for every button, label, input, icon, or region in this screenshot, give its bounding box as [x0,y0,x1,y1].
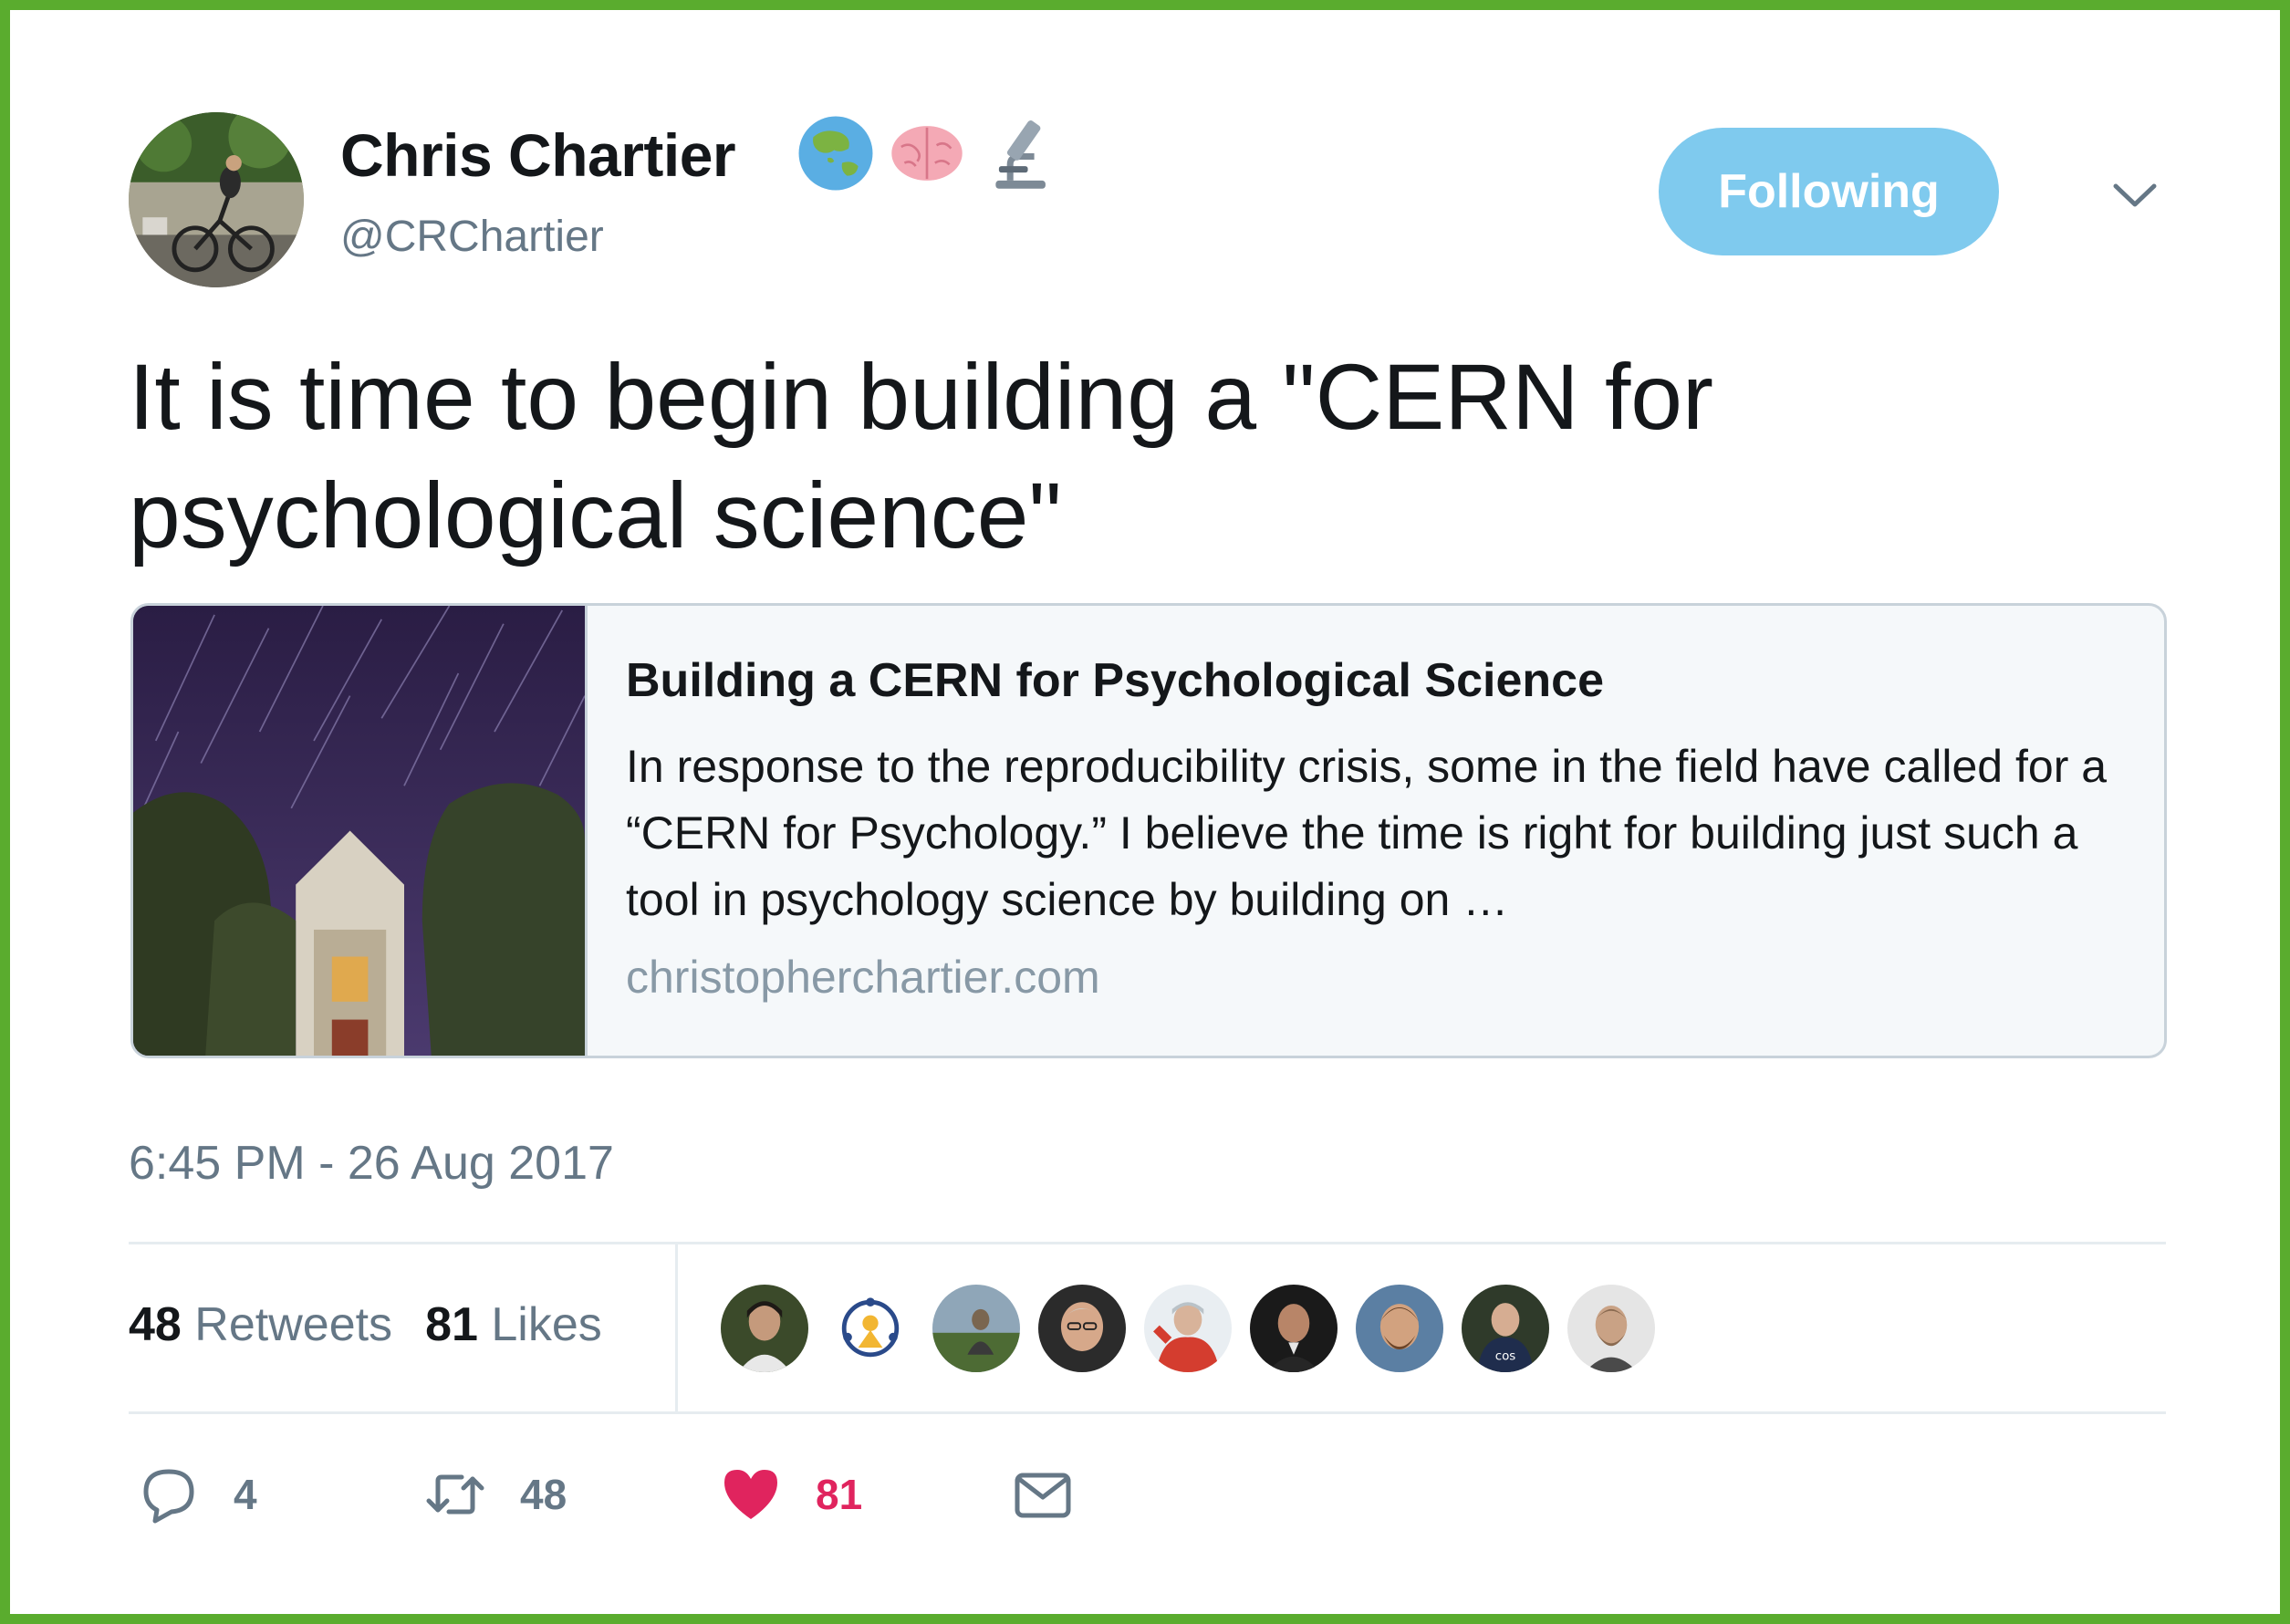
liker-avatar[interactable] [827,1285,914,1372]
liker-avatar[interactable] [721,1285,808,1372]
link-card[interactable]: Building a CERN for Psychological Scienc… [130,603,2167,1058]
liker-avatar[interactable] [1567,1285,1655,1372]
divider [129,1411,2166,1414]
following-button[interactable]: Following [1659,128,1999,255]
chevron-down-icon[interactable] [2112,181,2158,210]
card-domain: christopherchartier.com [626,952,1100,1003]
retweets-stat[interactable]: 48 Retweets [129,1298,392,1351]
engagement-stats: 48 Retweets 81 Likes [129,1297,602,1352]
card-thumbnail [133,606,588,1056]
card-title: Building a CERN for Psychological Scienc… [626,654,1605,707]
globe-asia-australia-icon [798,116,873,191]
reply-icon[interactable] [139,1464,199,1525]
retweet-action[interactable]: 48 [425,1464,567,1525]
svg-text:cos: cos [1495,1350,1516,1364]
tweet-timestamp[interactable]: 6:45 PM - 26 Aug 2017 [129,1136,614,1191]
like-count: 81 [816,1471,863,1518]
liker-avatar[interactable] [1144,1285,1232,1372]
retweet-count: 48 [520,1471,567,1518]
reply-count: 4 [234,1471,257,1518]
microscope-icon [995,120,1046,189]
like-action[interactable]: 81 [721,1464,862,1525]
card-description: In response to the reproducibility crisi… [626,741,2108,925]
liker-avatar[interactable] [932,1285,1020,1372]
tweet-text: It is time to begin building a "CERN for… [129,345,1713,567]
divider [675,1244,678,1413]
heart-icon[interactable] [721,1464,781,1525]
retweet-icon[interactable] [425,1464,485,1525]
divider [129,1242,2166,1244]
user-handle[interactable]: @CRChartier [340,212,604,262]
user-name[interactable]: Chris Chartier [340,120,736,190]
reply-action[interactable]: 4 [139,1464,257,1525]
liker-avatar[interactable] [1250,1285,1338,1372]
user-avatar[interactable] [129,112,304,287]
direct-message-action[interactable] [1013,1464,1073,1525]
likes-stat[interactable]: 81 Likes [425,1298,602,1351]
brain-icon [891,126,963,181]
liker-avatar[interactable] [1038,1285,1126,1372]
liker-avatar[interactable] [1356,1285,1443,1372]
envelope-icon[interactable] [1013,1464,1073,1525]
liker-avatar[interactable]: cos [1462,1285,1549,1372]
